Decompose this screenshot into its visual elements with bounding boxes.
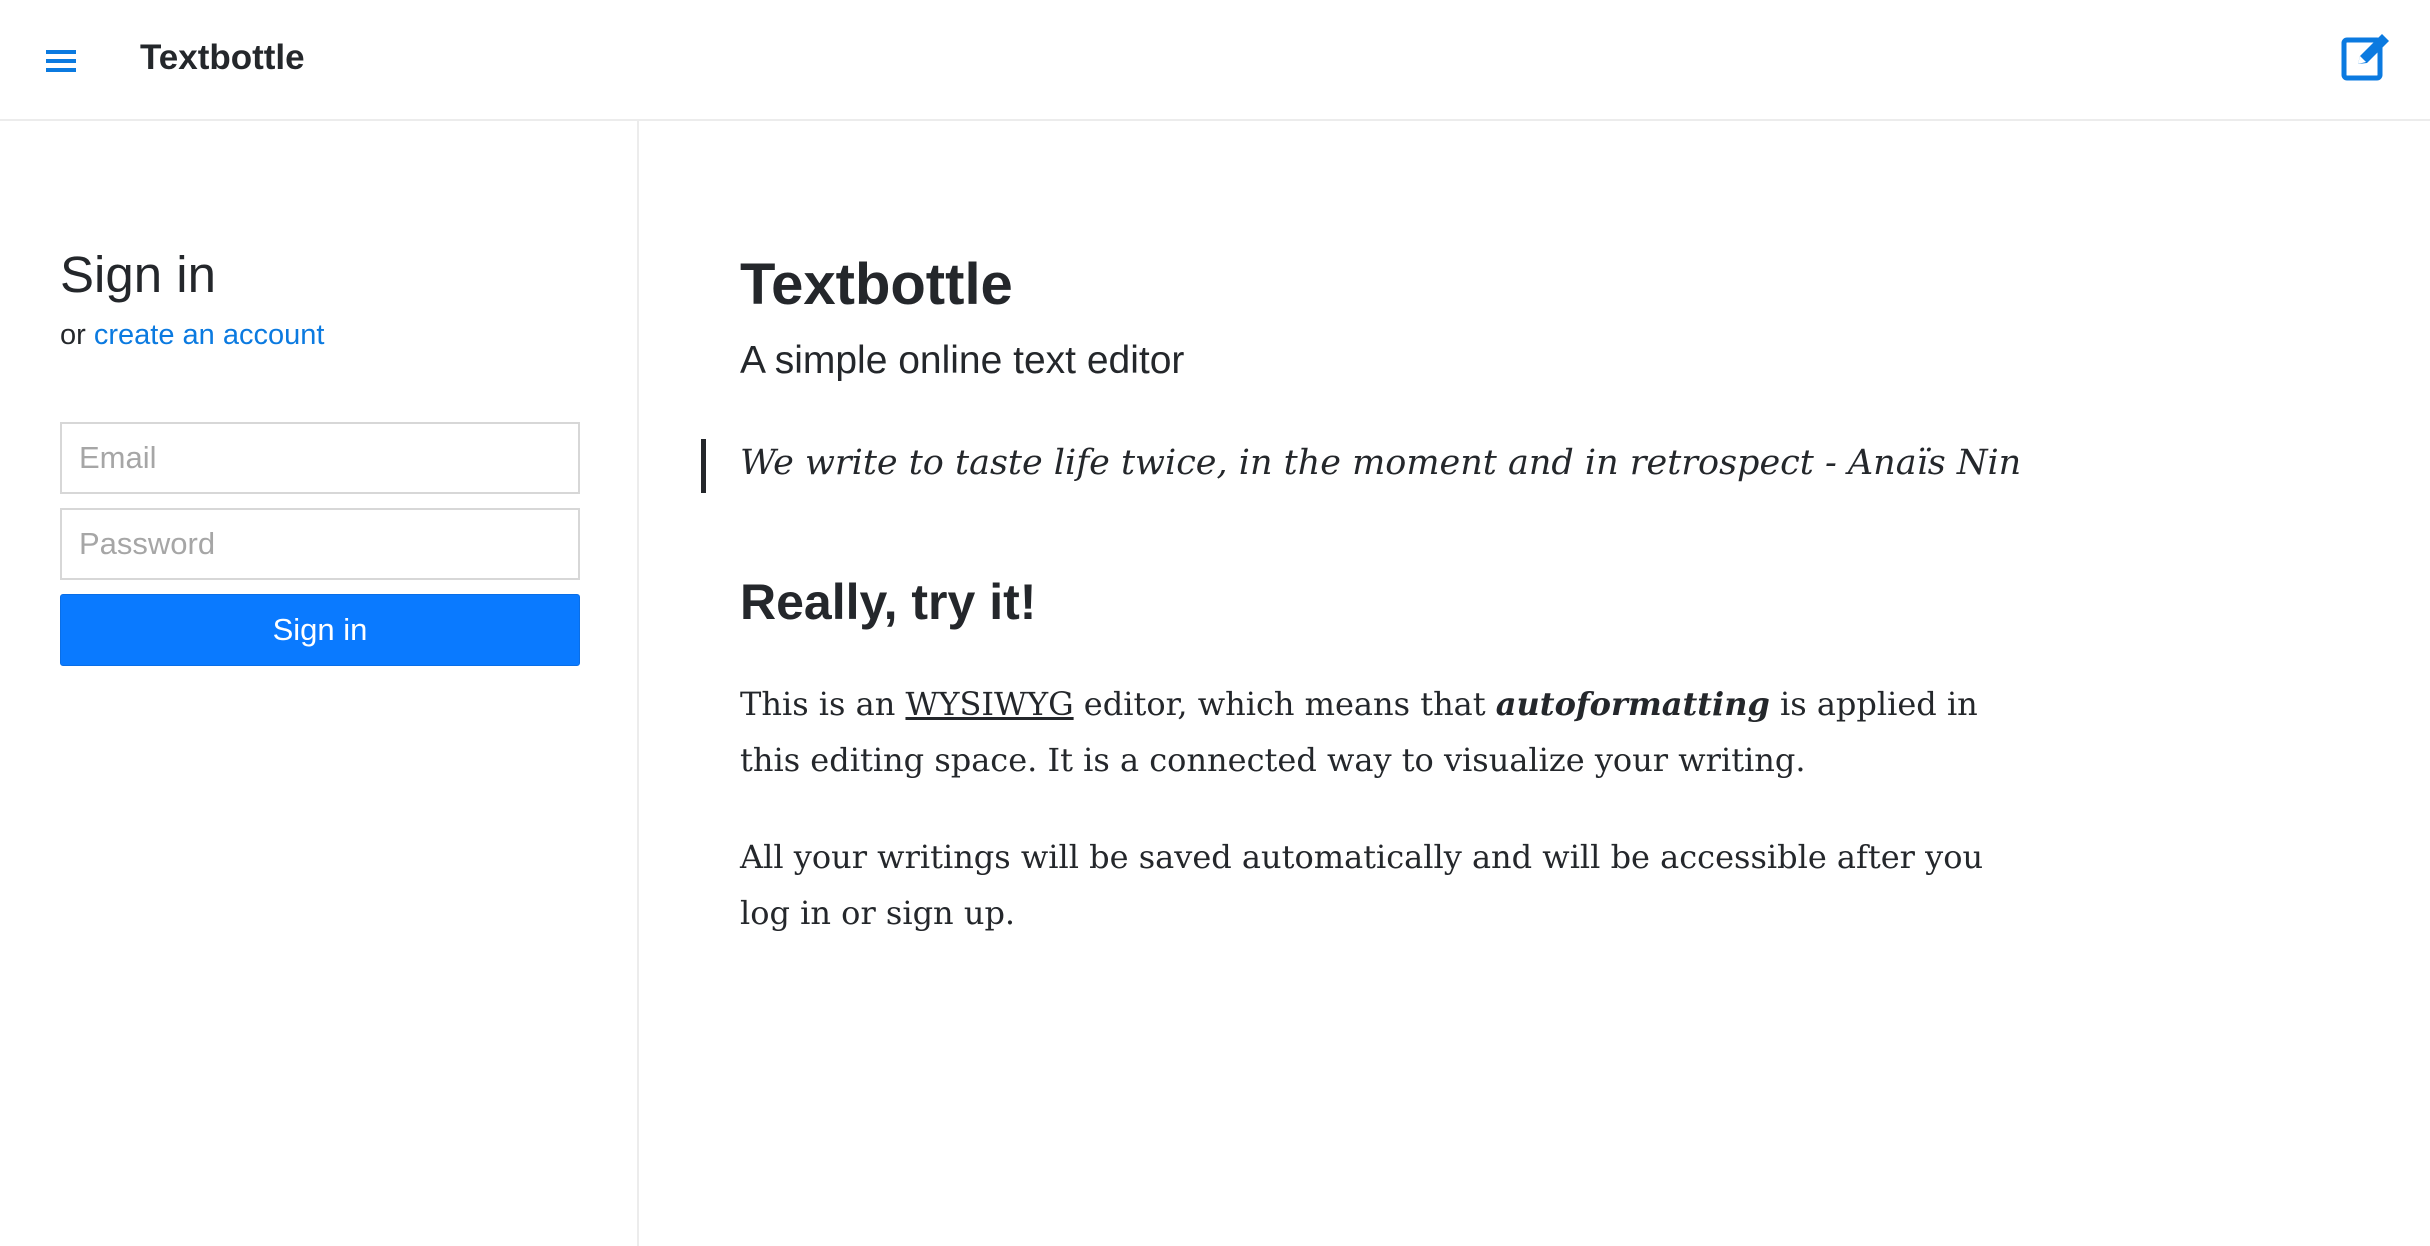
section-heading: Really, try it! [740,574,1037,630]
document-subtitle: A simple online text editor [740,339,1185,382]
paragraph: This is an WYSIWYG editor, which means t… [740,676,2030,788]
document-title: Textbottle [740,252,1013,317]
signin-heading: Sign in [60,246,216,303]
password-field[interactable] [60,508,580,580]
or-text: or [60,319,86,351]
top-bar: Textbottle [0,0,2430,121]
sidebar: Sign in or create an account Sign in [0,121,639,1246]
signin-button[interactable]: Sign in [60,594,580,666]
create-account-line: or create an account [60,319,324,352]
blockquote-bar [701,439,706,493]
compose-icon[interactable] [2338,28,2394,84]
wysiwyg-term: WYSIWYG [905,685,1074,723]
hamburger-icon[interactable] [40,40,82,82]
create-account-link[interactable]: create an account [94,319,325,351]
paragraph-text: This is an [740,685,906,723]
paragraph-text: editor, which means that [1073,685,1496,723]
paragraph: All your writings will be saved automati… [740,838,1984,932]
app-title: Textbottle [140,38,305,77]
editor-area[interactable]: Textbottle A simple online text editor W… [641,121,2430,1246]
blockquote: We write to taste life twice, in the mom… [740,443,2022,483]
email-field[interactable] [60,422,580,494]
emphasis-text: autoformatting [1495,685,1770,723]
